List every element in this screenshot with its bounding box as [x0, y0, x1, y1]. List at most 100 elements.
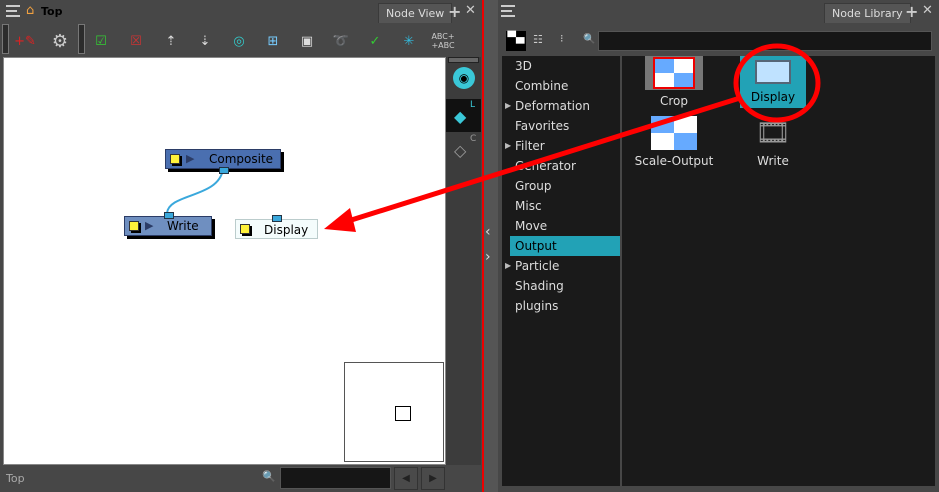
category-list: 3D Combine ▶ Deformation Favorites ▶ Filte…	[502, 56, 620, 486]
splitter[interactable]: ‹ ›	[484, 0, 498, 492]
category-group[interactable]: Group	[502, 176, 620, 196]
category-plugins[interactable]: plugins	[502, 296, 620, 316]
category-output[interactable]: Output	[510, 236, 620, 256]
camera-layer-button[interactable]: C ◇	[446, 133, 481, 166]
expand-icon[interactable]: ▶	[505, 256, 511, 276]
library-node-scale-output[interactable]: Scale-Output	[634, 116, 714, 168]
node-color-swatch	[170, 154, 180, 164]
category-label: Filter	[515, 139, 545, 153]
layer-outline-icon: ◇	[454, 141, 467, 160]
node-label: Display	[750, 90, 796, 104]
node-view-panel: ⌂ Top Node View + ✕ +✎ ⚙ ☑ ☒ ⇡ ⇣ ◎ ⊞ ▣ ➰…	[0, 0, 482, 492]
node-canvas[interactable]: ▶ Composite ▶ Write Display	[3, 57, 446, 465]
move-up-icon[interactable]: ⇡	[160, 30, 182, 52]
layer-c-label: C	[470, 134, 477, 144]
node-label: Write	[757, 154, 789, 168]
cable-icon[interactable]: ✳	[398, 30, 420, 52]
library-node-crop[interactable]: Crop	[644, 56, 704, 108]
disable-icon[interactable]: ☒	[125, 30, 147, 52]
previous-button[interactable]: ◀	[394, 467, 418, 490]
node-grid: Crop Display Scale-Output 🎞 Write	[622, 56, 935, 486]
rename-icon[interactable]: ABC+ +ABC	[430, 30, 456, 52]
navigator-minimap[interactable]	[344, 362, 444, 462]
group-icon[interactable]: ⊞	[262, 30, 284, 52]
home-icon[interactable]: ⌂	[26, 3, 34, 18]
collapse-right-icon[interactable]: ›	[485, 249, 491, 265]
search-input[interactable]	[280, 467, 391, 489]
node-color-swatch	[129, 221, 139, 231]
layer-l-label: L	[470, 100, 476, 110]
node-library-panel: Node Library + ✕ ▀▄ ☷ ⁝ 🔍 3D Combine ▶ De…	[498, 0, 939, 492]
film-reel-icon: 🎞	[755, 116, 791, 149]
check-icon[interactable]: ✓	[364, 30, 386, 52]
node-label: Scale-Output	[634, 154, 714, 168]
category-deformation[interactable]: ▶ Deformation	[502, 96, 620, 116]
breadcrumb[interactable]: Top	[41, 5, 62, 18]
node-label: Crop	[659, 94, 688, 108]
output-port[interactable]	[219, 167, 229, 174]
collapse-left-icon[interactable]: ‹	[485, 224, 491, 240]
category-3d[interactable]: 3D	[502, 56, 620, 76]
panel-menu-icon[interactable]	[6, 5, 20, 17]
tab-node-library[interactable]: Node Library	[824, 3, 911, 23]
backdrop-icon[interactable]: ▣	[296, 30, 318, 52]
category-shading[interactable]: Shading	[502, 276, 620, 296]
detail-view-icon[interactable]: ⁝	[560, 32, 564, 45]
node-label: Write	[167, 219, 199, 233]
category-particle[interactable]: ▶ Particle	[502, 256, 620, 276]
input-port[interactable]	[272, 215, 282, 222]
node-label: Composite	[209, 152, 274, 166]
eye-icon[interactable]: ◉	[453, 67, 475, 89]
category-label: Particle	[515, 259, 560, 273]
tree-view-button[interactable]: ▀▄	[506, 31, 526, 51]
minimap-viewport[interactable]	[395, 406, 411, 421]
panel-menu-icon[interactable]	[501, 5, 515, 17]
node-play-icon: ▶	[145, 219, 154, 232]
close-panel-icon[interactable]: ✕	[465, 3, 476, 18]
scale-output-icon	[651, 116, 697, 150]
category-label: Deformation	[515, 99, 590, 113]
search-icon: 🔍	[583, 34, 596, 45]
display-icon	[755, 60, 791, 84]
move-down-icon[interactable]: ⇣	[194, 30, 216, 52]
category-filter[interactable]: ▶ Filter	[502, 136, 620, 156]
category-favorites[interactable]: Favorites	[502, 116, 620, 136]
node-color-swatch	[240, 224, 250, 234]
view-side-strip: ◉ L ◆ C ◇	[446, 57, 481, 465]
input-port[interactable]	[164, 212, 174, 219]
zoom-fit-icon[interactable]: ◎	[228, 30, 250, 52]
close-panel-icon[interactable]: ✕	[922, 3, 933, 18]
toolbar-handle[interactable]	[2, 24, 9, 54]
node-write[interactable]: ▶ Write	[124, 212, 212, 236]
node-play-icon: ▶	[186, 152, 195, 165]
node-label: Display	[264, 223, 309, 237]
layer-button[interactable]: L ◆	[446, 99, 481, 132]
library-node-display[interactable]: Display	[740, 56, 806, 108]
add-drawing-icon[interactable]: +✎	[14, 30, 36, 52]
list-view-icon[interactable]: ☷	[533, 33, 543, 46]
node-composite[interactable]: ▶ Composite	[165, 149, 281, 174]
toolbar-handle[interactable]	[78, 24, 85, 54]
next-button[interactable]: ▶	[421, 467, 445, 490]
enable-icon[interactable]: ☑	[90, 30, 112, 52]
add-panel-icon[interactable]: +	[905, 2, 918, 21]
category-generator[interactable]: Generator	[502, 156, 620, 176]
strip-handle[interactable]	[448, 57, 479, 63]
layer-icon: ◆	[454, 107, 467, 126]
expand-icon[interactable]: ▶	[505, 96, 511, 116]
node-display[interactable]: Display	[235, 215, 318, 239]
category-misc[interactable]: Misc	[502, 196, 620, 216]
gear-icon[interactable]: ⚙	[49, 30, 71, 52]
library-node-write[interactable]: 🎞 Write	[740, 116, 806, 168]
library-search-input[interactable]	[598, 31, 932, 51]
search-icon: 🔍	[262, 470, 276, 483]
status-label: Top	[6, 472, 25, 485]
category-move[interactable]: Move	[502, 216, 620, 236]
add-panel-icon[interactable]: +	[448, 2, 461, 21]
lasso-icon[interactable]: ➰	[330, 30, 352, 52]
cable	[166, 168, 224, 214]
crop-icon	[645, 56, 703, 90]
tab-node-view[interactable]: Node View	[378, 3, 453, 23]
category-combine[interactable]: Combine	[502, 76, 620, 96]
expand-icon[interactable]: ▶	[505, 136, 511, 156]
